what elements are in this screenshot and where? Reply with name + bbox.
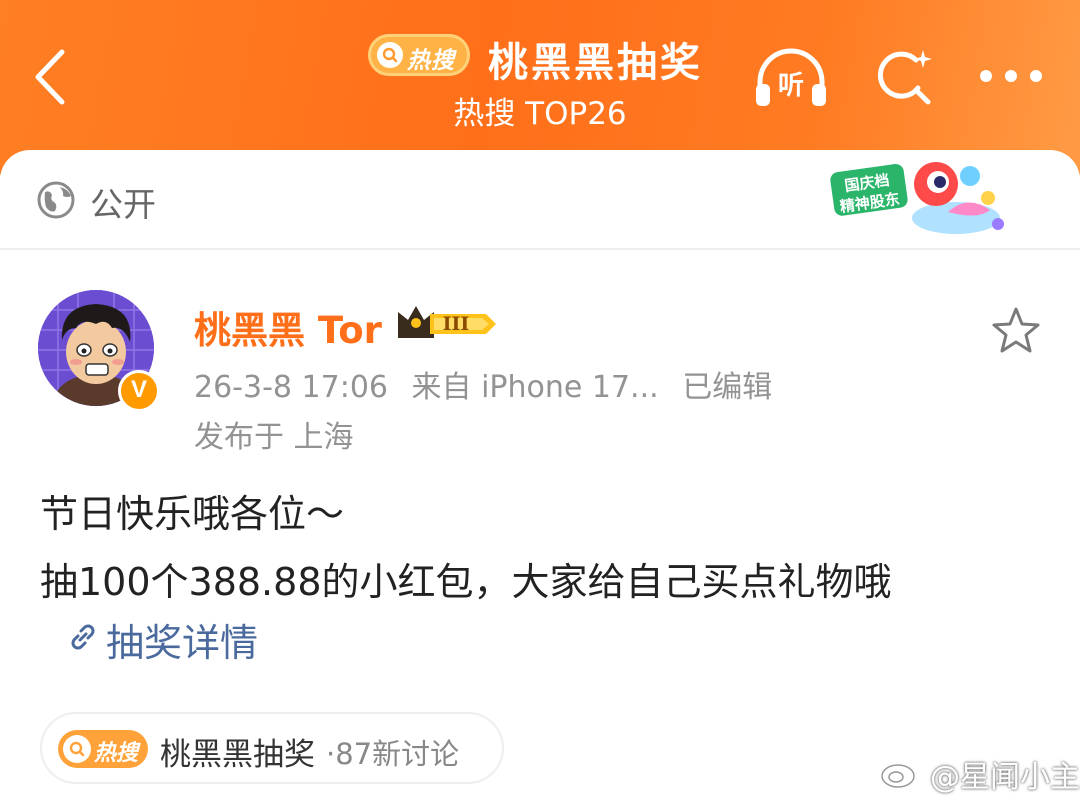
search-icon bbox=[377, 42, 403, 68]
search-button[interactable] bbox=[870, 44, 936, 110]
verified-badge: V bbox=[118, 370, 160, 412]
post-line: 节日快乐哦各位～ bbox=[40, 492, 345, 536]
topic-name: 桃黑黑抽奖 bbox=[160, 737, 315, 773]
edited-label[interactable]: 已编辑 bbox=[682, 370, 772, 405]
page-title: 桃黑黑抽奖 bbox=[488, 40, 703, 86]
top-bar: 热搜 桃黑黑抽奖 热搜 TOP26 听 bbox=[0, 0, 1080, 175]
hot-search-badge[interactable]: 热搜 bbox=[368, 34, 470, 76]
search-sparkle-icon bbox=[877, 50, 932, 105]
search-icon bbox=[63, 735, 91, 763]
member-level-badge[interactable]: III bbox=[394, 302, 500, 344]
hot-tag-label: 热搜 bbox=[94, 741, 139, 766]
lottery-link-label: 抽奖详情 bbox=[106, 621, 259, 665]
listen-button[interactable]: 听 bbox=[752, 44, 830, 110]
watermark-text: @星闻小主 bbox=[930, 760, 1080, 795]
discussion-count: ·87新讨论 bbox=[326, 737, 460, 771]
globe-icon bbox=[37, 181, 75, 219]
post-meta: 26-3-8 17:06 来自 iPhone 17... 已编辑 bbox=[194, 362, 786, 406]
chevron-left-icon bbox=[35, 49, 65, 105]
visibility-label: 公开 bbox=[90, 185, 156, 224]
link-icon bbox=[71, 624, 95, 650]
post-source[interactable]: 来自 iPhone 17... bbox=[412, 370, 659, 405]
more-button[interactable] bbox=[976, 62, 1046, 90]
visibility-bar: 公开 国庆档 精神股东 bbox=[0, 150, 1080, 250]
star-outline-icon[interactable] bbox=[990, 306, 1042, 354]
post-location: 发布于 上海 bbox=[194, 420, 354, 455]
promo-sticker[interactable]: 国庆档 精神股东 bbox=[828, 154, 1008, 242]
back-button[interactable] bbox=[26, 44, 76, 110]
post-line: 抽100个388.88的小红包，大家给自己买点礼物哦 bbox=[40, 560, 892, 604]
hot-rank: 热搜 TOP26 bbox=[453, 96, 627, 132]
more-dots-icon bbox=[980, 70, 1042, 82]
hot-badge-label: 热搜 bbox=[407, 48, 455, 74]
post-content: 节日快乐哦各位～ 抽100个388.88的小红包，大家给自己买点礼物哦 bbox=[40, 480, 892, 616]
svg-text:III: III bbox=[443, 313, 470, 335]
author-name[interactable]: 桃黑黑 Tor bbox=[194, 300, 382, 354]
svg-text:听: 听 bbox=[778, 71, 804, 101]
weibo-logo-icon bbox=[881, 758, 922, 788]
topic-chip[interactable]: 热搜 桃黑黑抽奖 ·87新讨论 bbox=[40, 712, 504, 784]
post-timestamp: 26-3-8 17:06 bbox=[194, 370, 388, 405]
headphones-icon: 听 bbox=[756, 48, 826, 106]
hot-search-tag: 热搜 bbox=[58, 730, 148, 768]
